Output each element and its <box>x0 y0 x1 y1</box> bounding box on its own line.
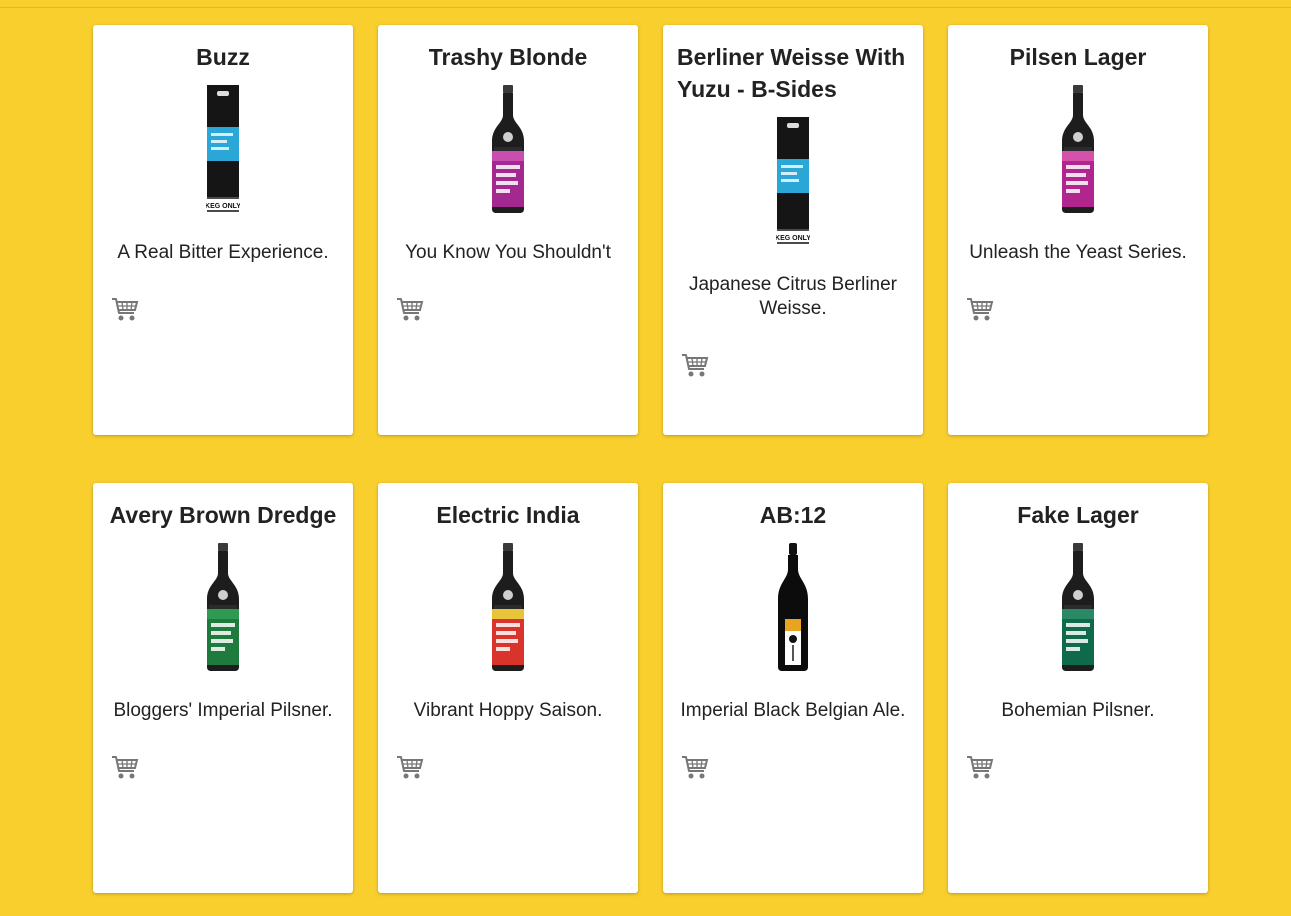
keg-image: KEG ONLY <box>776 117 810 245</box>
product-description: You Know You Shouldn't <box>405 242 611 263</box>
product-description: Bloggers' Imperial Pilsner. <box>113 700 333 721</box>
add-to-cart-button[interactable] <box>396 295 424 323</box>
beer-bottle-image <box>490 85 526 213</box>
cart-row <box>392 295 624 328</box>
product-title: AB:12 <box>759 502 827 528</box>
product-title: Fake Lager <box>1017 502 1139 528</box>
add-to-cart-button[interactable] <box>396 753 424 781</box>
product-description: A Real Bitter Experience. <box>117 242 329 263</box>
cart-row <box>677 351 909 384</box>
beer-bottle-image <box>1060 543 1096 671</box>
shopping-cart-icon <box>681 756 709 785</box>
product-card: Pilsen Lager Unleash the Yeast Series. <box>948 25 1208 435</box>
beer-bottle-image <box>1060 85 1096 213</box>
cart-row <box>107 295 339 328</box>
product-card: Berliner Weisse With Yuzu - B-Sides KEG O… <box>663 25 923 435</box>
shopping-cart-icon <box>966 298 994 327</box>
product-title: Electric India <box>436 502 580 528</box>
cart-row <box>677 753 909 786</box>
cart-row <box>392 753 624 786</box>
svg-text:KEG ONLY: KEG ONLY <box>776 235 810 242</box>
shopping-cart-icon <box>396 756 424 785</box>
shopping-cart-icon <box>966 756 994 785</box>
keg-image: KEG ONLY <box>206 85 240 213</box>
top-bar-divider <box>0 0 1291 8</box>
product-card: Electric India Vibrant Hoppy Saison. <box>378 483 638 893</box>
product-card: Fake Lager Bohemian Pilsner. <box>948 483 1208 893</box>
product-description: Japanese Citrus Berliner Weisse. <box>688 274 898 319</box>
product-card: AB:12 Imperial Black Belgian Ale. <box>663 483 923 893</box>
cart-row <box>107 753 339 786</box>
add-to-cart-button[interactable] <box>966 753 994 781</box>
beer-bottle-image <box>490 543 526 671</box>
shopping-cart-icon <box>396 298 424 327</box>
svg-text:KEG ONLY: KEG ONLY <box>206 203 240 210</box>
product-title: Buzz <box>196 44 250 70</box>
add-to-cart-button[interactable] <box>681 351 709 379</box>
shopping-cart-icon <box>111 298 139 327</box>
cart-row <box>962 753 1194 786</box>
beer-bottle-image <box>205 543 241 671</box>
product-description: Vibrant Hoppy Saison. <box>413 700 603 721</box>
product-description: Imperial Black Belgian Ale. <box>680 700 906 721</box>
product-grid: Buzz KEG ONLY A Real Bitter Experience. Tra… <box>93 25 1208 893</box>
add-to-cart-button[interactable] <box>111 295 139 323</box>
add-to-cart-button[interactable] <box>111 753 139 781</box>
shopping-cart-icon <box>681 354 709 383</box>
product-card: Buzz KEG ONLY A Real Bitter Experience. <box>93 25 353 435</box>
beer-bottle-image <box>775 543 811 671</box>
product-title: Trashy Blonde <box>428 44 588 70</box>
product-title: Berliner Weisse With Yuzu - B-Sides <box>677 44 906 102</box>
add-to-cart-button[interactable] <box>966 295 994 323</box>
product-description: Unleash the Yeast Series. <box>969 242 1187 263</box>
product-title: Pilsen Lager <box>1009 44 1147 70</box>
product-card: Trashy Blonde You Know You Shouldn't <box>378 25 638 435</box>
shopping-cart-icon <box>111 756 139 785</box>
cart-row <box>962 295 1194 328</box>
product-title: Avery Brown Dredge <box>109 502 337 528</box>
add-to-cart-button[interactable] <box>681 753 709 781</box>
product-description: Bohemian Pilsner. <box>1001 700 1155 721</box>
product-card: Avery Brown Dredge Bloggers' Imperial Pil… <box>93 483 353 893</box>
